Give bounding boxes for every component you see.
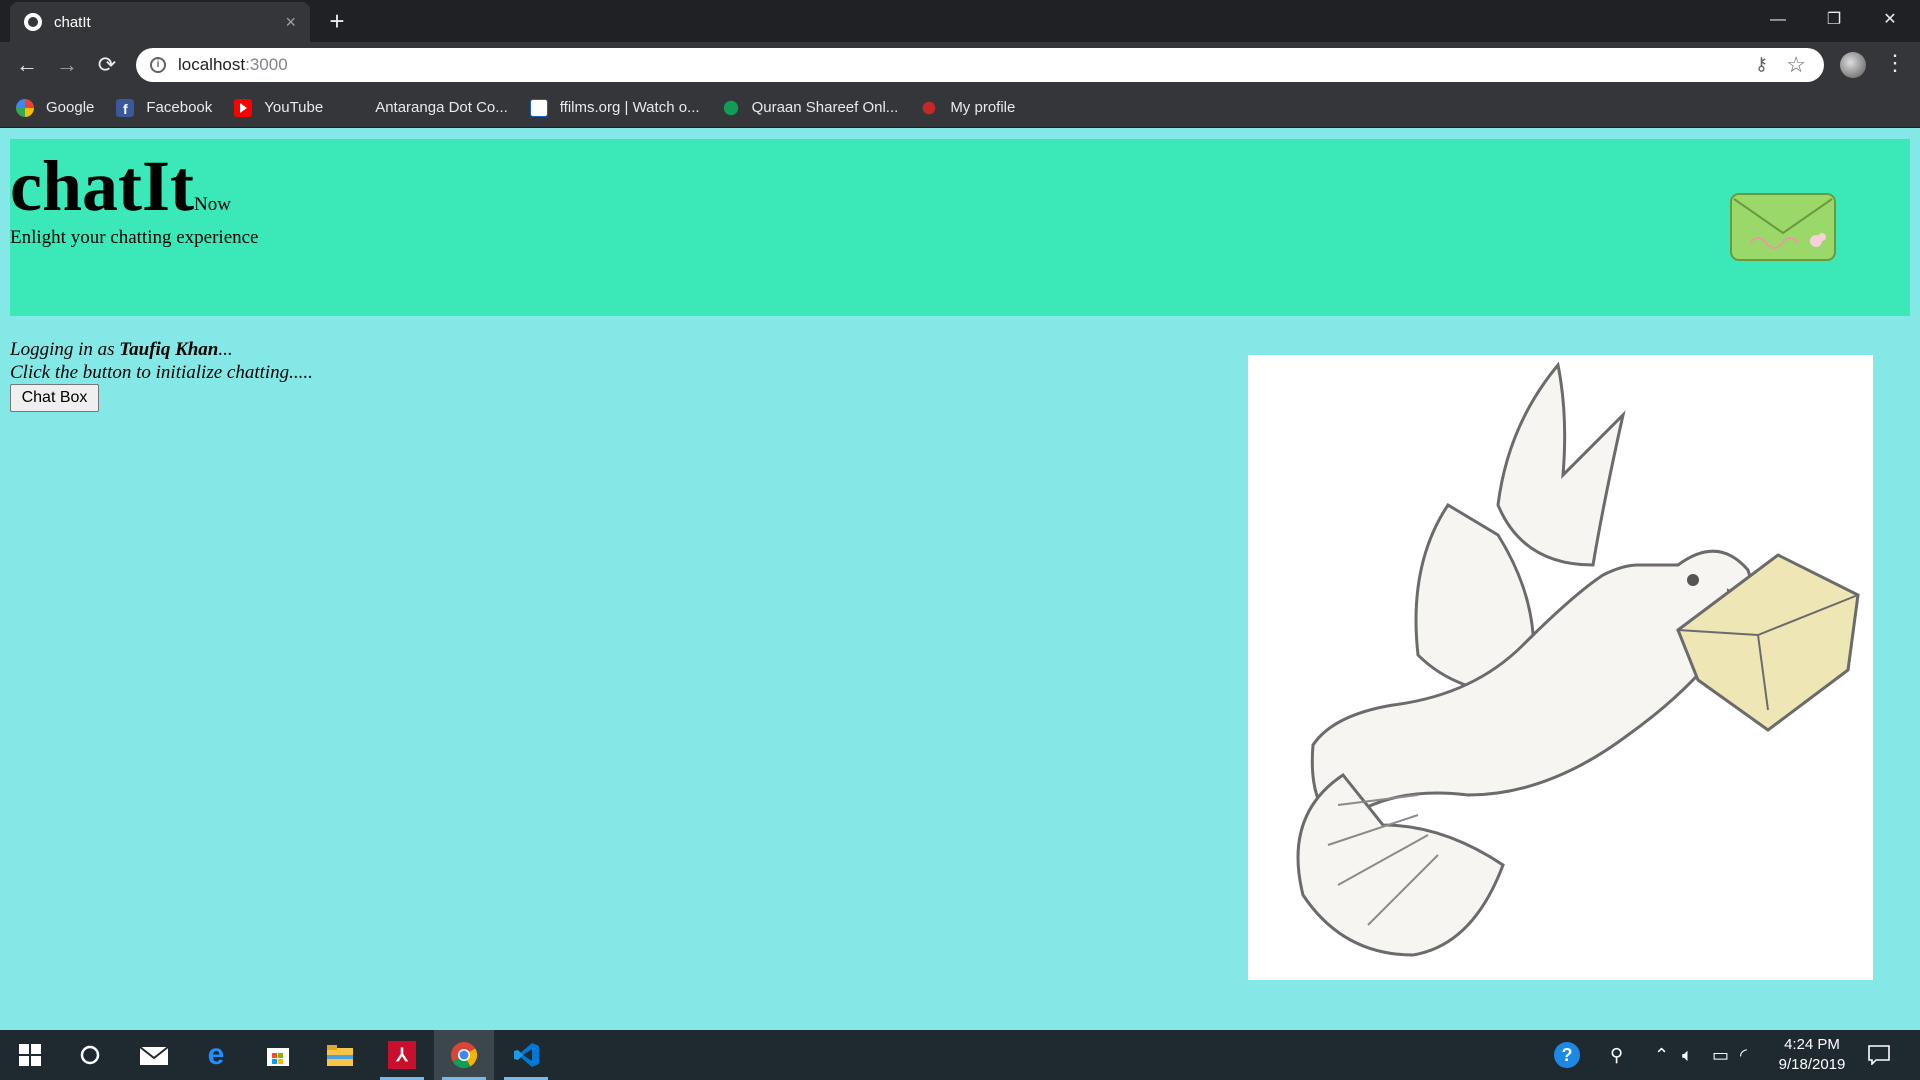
chat-box-button[interactable]: Chat Box — [10, 384, 99, 412]
brand-name: chatIt — [10, 146, 194, 226]
browser-toolbar: ← → ⟳ i localhost:3000 ⚷ ☆ ⋮ — [0, 42, 1920, 88]
ffilms-icon — [529, 98, 548, 117]
store-icon[interactable] — [248, 1030, 308, 1080]
chrome-icon[interactable] — [434, 1030, 494, 1080]
bookmark-ffilms[interactable]: ffilms.org | Watch o... — [529, 94, 700, 122]
help-icon[interactable]: ? — [1554, 1030, 1580, 1080]
clock-date: 9/18/2019 — [1778, 1056, 1846, 1073]
key-icon[interactable]: ⚷ — [1755, 54, 1768, 75]
google-icon — [16, 98, 34, 117]
profile-icon — [923, 101, 936, 114]
youtube-icon — [234, 98, 253, 117]
new-tab-button[interactable]: + — [322, 6, 352, 36]
bookmarks-bar: Google f Facebook YouTube Antaranga Dot … — [0, 88, 1920, 128]
login-status: Logging in as Taufiq Khan... — [10, 339, 233, 361]
windows-start-icon[interactable] — [0, 1030, 60, 1080]
site-info-icon[interactable]: i — [150, 57, 166, 73]
edge-icon[interactable]: e — [186, 1030, 246, 1080]
bookmark-label: Antaranga Dot Co... — [375, 99, 508, 116]
facebook-icon: f — [116, 98, 135, 117]
tagline: Enlight your chatting experience — [10, 227, 259, 248]
bookmark-label: Facebook — [146, 99, 213, 116]
tab-favicon-icon — [24, 13, 42, 31]
wifi-icon[interactable]: ◜ — [1740, 1030, 1747, 1080]
brand-subscript: Now — [193, 194, 231, 215]
bookmark-label: ffilms.org | Watch o... — [559, 99, 700, 116]
reload-button[interactable]: ⟳ — [92, 50, 122, 80]
restore-button[interactable]: ❐ — [1806, 0, 1862, 40]
login-suffix: ... — [218, 339, 233, 360]
site-header: chatItNow Enlight your chatting experien… — [10, 139, 1910, 316]
bookmark-label: My profile — [950, 99, 1016, 116]
bookmark-quraan[interactable]: Quraan Shareef Onl... — [722, 94, 899, 122]
bookmark-label: Quraan Shareef Onl... — [751, 99, 899, 116]
acrobat-icon[interactable]: ⅄ — [372, 1030, 432, 1080]
bookmark-star-icon[interactable]: ☆ — [1786, 52, 1806, 78]
url-host: localhost — [178, 55, 246, 74]
windows-taskbar: e ⅄ ? ⚲ ⌃ 🔈︎ ▭ ◜ 4:24 PM 9/18/2019 — [0, 1030, 1920, 1080]
bookmark-youtube[interactable]: YouTube — [234, 94, 323, 122]
bookmark-my-profile[interactable]: My profile — [920, 94, 1015, 122]
people-icon[interactable]: ⚲ — [1610, 1030, 1623, 1080]
file-explorer-icon[interactable] — [310, 1030, 370, 1080]
user-name: Taufiq Khan — [119, 339, 219, 360]
back-button[interactable]: ← — [12, 50, 42, 80]
system-clock[interactable]: 4:24 PM 9/18/2019 — [1762, 1035, 1862, 1075]
browser-titlebar: chatIt × + — ❐ ✕ — [0, 0, 1920, 42]
clock-time: 4:24 PM — [1784, 1036, 1840, 1053]
chevron-up-icon[interactable]: ⌃ — [1654, 1030, 1669, 1080]
quraan-icon — [723, 100, 738, 115]
bookmark-antaranga[interactable]: Antaranga Dot Co... — [345, 94, 508, 122]
bookmark-google[interactable]: Google — [16, 94, 94, 122]
tab-close-icon[interactable]: × — [285, 12, 296, 33]
profile-avatar[interactable] — [1840, 52, 1866, 78]
dove-illustration — [1248, 355, 1873, 980]
bookmark-facebook[interactable]: f Facebook — [116, 94, 212, 122]
notification-icon[interactable] — [1868, 1030, 1890, 1080]
bookmark-label: Google — [46, 99, 95, 116]
browser-menu-icon[interactable]: ⋮ — [1884, 50, 1906, 76]
tab-title: chatIt — [54, 13, 91, 31]
battery-icon[interactable]: ▭ — [1712, 1030, 1729, 1080]
mail-icon[interactable] — [124, 1030, 184, 1080]
address-bar[interactable]: i localhost:3000 ⚷ ☆ — [136, 48, 1824, 82]
envelope-icon — [1730, 193, 1836, 261]
url-port: :3000 — [245, 55, 288, 74]
bookmark-label: YouTube — [264, 99, 324, 116]
vscode-icon[interactable] — [496, 1030, 556, 1080]
forward-button[interactable]: → — [52, 50, 82, 80]
page-content: chatItNow Enlight your chatting experien… — [0, 129, 1920, 1030]
volume-icon[interactable]: 🔈︎ — [1682, 1030, 1693, 1080]
minimize-button[interactable]: — — [1750, 0, 1806, 40]
init-hint: Click the button to initialize chatting.… — [10, 362, 313, 383]
login-prefix: Logging in as — [10, 339, 120, 360]
dove-with-letter-icon — [1296, 361, 1860, 957]
close-window-button[interactable]: ✕ — [1862, 0, 1918, 40]
tab-chatit[interactable]: chatIt × — [10, 2, 310, 42]
cortana-icon[interactable] — [60, 1030, 120, 1080]
